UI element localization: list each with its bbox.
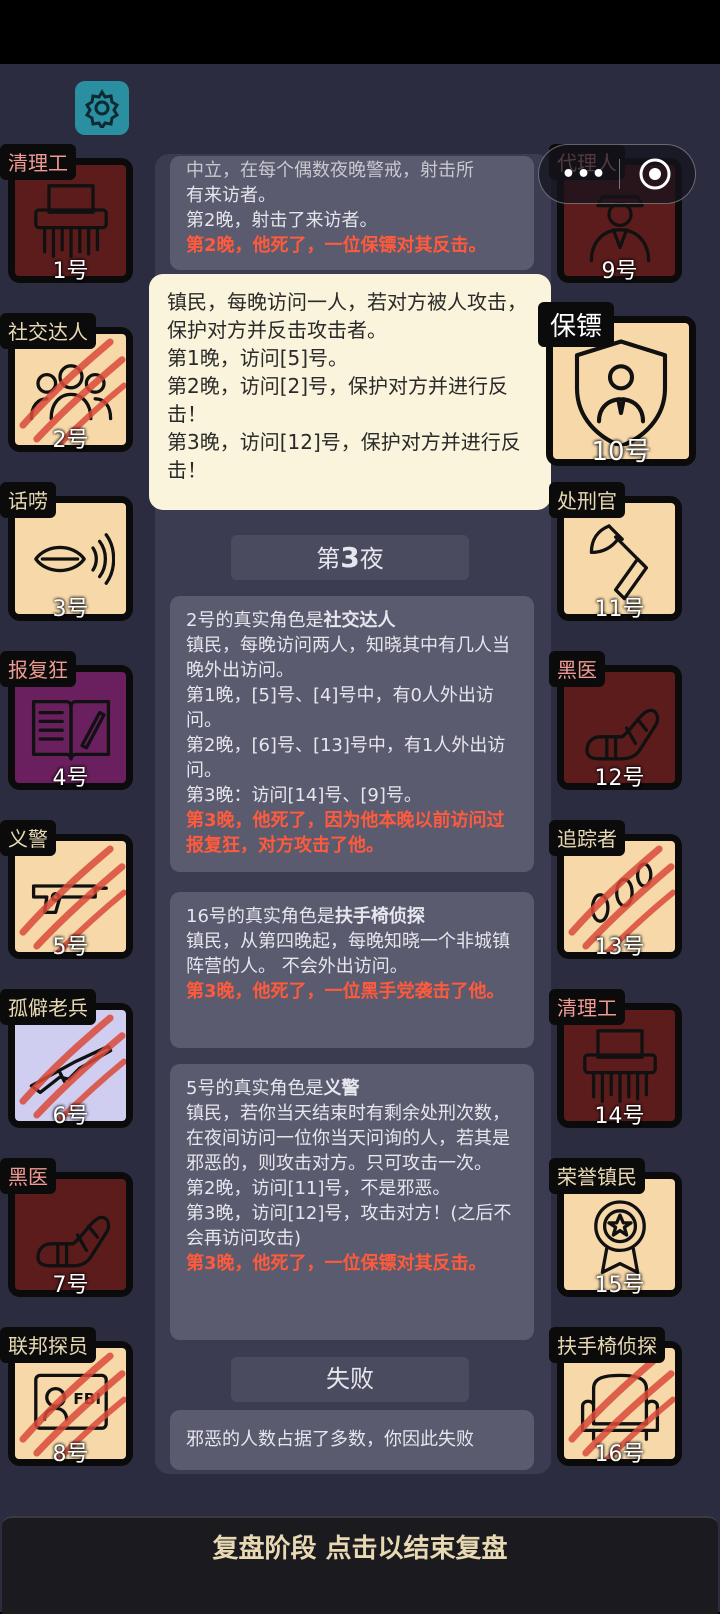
- player-card-7[interactable]: 黑医 7号: [0, 1158, 133, 1298]
- medal-icon: [593, 1199, 646, 1274]
- axe-icon: [589, 523, 648, 600]
- mini-program-capsule[interactable]: •••: [538, 144, 696, 204]
- log-message-player-5: 5号的真实角色是义警 镇民，若你当天结束时有剩余处刑次数，在夜间访问一位你当天问…: [170, 1064, 534, 1340]
- shredder-icon: [582, 1028, 657, 1103]
- player-number: 2号: [52, 428, 89, 453]
- result-message: 邪恶的人数占据了多数，你因此失败: [170, 1410, 534, 1470]
- player-card-11[interactable]: 处刑官 11号: [549, 482, 682, 622]
- bandaged-arm-icon: [35, 1215, 110, 1267]
- player-number: 14号: [594, 1104, 645, 1129]
- player-role-label: 黑医: [549, 651, 605, 687]
- player-role-label: 清理工: [0, 144, 76, 180]
- player-number: 13号: [594, 935, 645, 960]
- player-role-label: 荣誉镇民: [549, 1158, 645, 1194]
- result-header: 失败: [231, 1357, 469, 1402]
- game-screen: 中立，在每个偶数夜晚警戒，射击所 有来访者。 第2晚，射击了来访者。 第2晚，他…: [0, 64, 720, 1612]
- role-detail-popup[interactable]: 镇民，每晚访问一人，若对方被人攻击，保护对方并反击攻击者。 第1晚，访问[5]号…: [149, 274, 551, 510]
- player-card-12[interactable]: 黑医 12号: [549, 651, 682, 791]
- player-role-label: 报复狂: [0, 651, 76, 687]
- player-number: 4号: [52, 766, 89, 791]
- log-message-player-16: 16号的真实角色是扶手椅侦探 镇民，从第四晚起，每晚知晓一个非城镇阵营的人。 不…: [170, 892, 534, 1048]
- player-number: 6号: [52, 1104, 89, 1129]
- player-number: 1号: [52, 259, 89, 284]
- more-menu-button[interactable]: •••: [559, 162, 609, 187]
- gear-icon: [84, 89, 120, 128]
- player-number: 12号: [594, 766, 645, 791]
- player-card-3[interactable]: 话唠 3号: [0, 482, 133, 622]
- capsule-divider: [619, 159, 620, 189]
- target-icon[interactable]: [638, 157, 672, 191]
- player-card-6[interactable]: 孤僻老兵 6号: [0, 989, 133, 1129]
- mouth-icon: [33, 532, 115, 585]
- player-number: 15号: [594, 1273, 645, 1298]
- player-number: 9号: [601, 259, 638, 284]
- player-card-4[interactable]: 报复狂 4号: [0, 651, 133, 791]
- player-number: 3号: [52, 597, 89, 622]
- player-card-15[interactable]: 荣誉镇民 15号: [549, 1158, 682, 1298]
- player-card-2[interactable]: 社交达人 2号: [0, 313, 133, 453]
- end-review-bar[interactable]: 复盘阶段 点击以结束复盘: [2, 1516, 718, 1614]
- player-role-label: 联邦探员: [0, 1327, 96, 1363]
- player-number: 5号: [52, 935, 89, 960]
- end-review-label: 复盘阶段 点击以结束复盘: [212, 1534, 508, 1564]
- player-card-16[interactable]: 扶手椅侦探 16号: [549, 1327, 682, 1467]
- player-card-10[interactable]: 保镖 10号: [538, 302, 696, 467]
- log-message-player-2: 2号的真实角色是社交达人 镇民，每晚访问两人，知晓其中有几人当晚外出访问。 第1…: [170, 596, 534, 872]
- player-card-5[interactable]: 义警 5号: [0, 820, 133, 960]
- player-role-label: 话唠: [0, 482, 56, 518]
- player-role-label: 追踪者: [549, 820, 625, 856]
- player-role-label: 社交达人: [0, 313, 96, 349]
- shield-person-icon: [574, 339, 668, 446]
- player-role-label: 义警: [0, 820, 56, 856]
- player-number: 7号: [52, 1273, 89, 1298]
- player-number: 10号: [591, 437, 651, 467]
- player-role-label: 保镖: [538, 302, 615, 347]
- player-role-label: 扶手椅侦探: [549, 1327, 665, 1363]
- player-number: 16号: [594, 1442, 645, 1467]
- player-role-label: 孤僻老兵: [0, 989, 96, 1025]
- bandaged-arm-icon: [584, 708, 659, 760]
- settings-button[interactable]: [75, 81, 129, 135]
- player-card-1[interactable]: 清理工 1号: [0, 144, 133, 284]
- player-number: 8号: [52, 1442, 89, 1467]
- night-3-header: 第3夜: [231, 535, 469, 580]
- book-icon: [31, 699, 110, 760]
- player-role-label: 处刑官: [549, 482, 625, 518]
- player-number: 11号: [594, 597, 645, 622]
- player-card-13[interactable]: 追踪者 13号: [549, 820, 682, 960]
- log-message-top: 中立，在每个偶数夜晚警戒，射击所 有来访者。 第2晚，射击了来访者。 第2晚，他…: [170, 156, 534, 270]
- player-card-8[interactable]: FBI 联邦探员 8号: [0, 1327, 133, 1467]
- player-card-14[interactable]: 清理工 14号: [549, 989, 682, 1129]
- shredder-icon: [33, 183, 108, 258]
- player-role-label: 清理工: [549, 989, 625, 1025]
- player-role-label: 黑医: [0, 1158, 56, 1194]
